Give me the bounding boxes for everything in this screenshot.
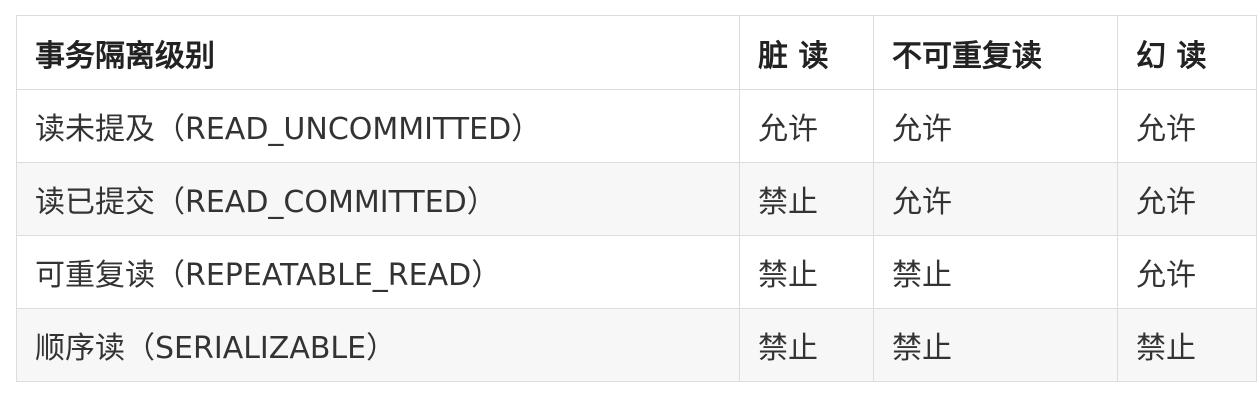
cell-dirty-read: 禁止	[739, 235, 874, 309]
cell-phantom-read: 允许	[1117, 89, 1257, 163]
header-row: 事务隔离级别 脏 读 不可重复读 幻 读	[16, 15, 1257, 90]
cell-isolation-level: 读已提交（READ_COMMITTED）	[16, 162, 740, 236]
cell-dirty-read: 禁止	[739, 162, 874, 236]
cell-non-repeatable-read: 允许	[873, 162, 1118, 236]
cell-dirty-read: 禁止	[739, 308, 874, 382]
cell-isolation-level: 读未提及（READ_UNCOMMITTED）	[16, 89, 740, 163]
header-isolation-level: 事务隔离级别	[16, 15, 740, 90]
cell-phantom-read: 允许	[1117, 235, 1257, 309]
isolation-level-table: 事务隔离级别 脏 读 不可重复读 幻 读 读未提及（READ_UNCOMMITT…	[16, 15, 1257, 382]
isolation-level-table-container: 事务隔离级别 脏 读 不可重复读 幻 读 读未提及（READ_UNCOMMITT…	[16, 15, 1257, 382]
table-row: 顺序读（SERIALIZABLE） 禁止 禁止 禁止	[16, 308, 1257, 382]
cell-isolation-level: 可重复读（REPEATABLE_READ）	[16, 235, 740, 309]
cell-isolation-level: 顺序读（SERIALIZABLE）	[16, 308, 740, 382]
cell-dirty-read: 允许	[739, 89, 874, 163]
header-non-repeatable-read: 不可重复读	[873, 15, 1118, 90]
cell-non-repeatable-read: 禁止	[873, 235, 1118, 309]
table-body: 读未提及（READ_UNCOMMITTED） 允许 允许 允许 读已提交（REA…	[16, 89, 1257, 382]
header-phantom-read: 幻 读	[1117, 15, 1257, 90]
header-dirty-read: 脏 读	[739, 15, 874, 90]
cell-phantom-read: 允许	[1117, 162, 1257, 236]
table-header: 事务隔离级别 脏 读 不可重复读 幻 读	[16, 15, 1257, 90]
cell-phantom-read: 禁止	[1117, 308, 1257, 382]
cell-non-repeatable-read: 禁止	[873, 308, 1118, 382]
table-row: 读未提及（READ_UNCOMMITTED） 允许 允许 允许	[16, 89, 1257, 163]
cell-non-repeatable-read: 允许	[873, 89, 1118, 163]
table-row: 读已提交（READ_COMMITTED） 禁止 允许 允许	[16, 162, 1257, 236]
table-row: 可重复读（REPEATABLE_READ） 禁止 禁止 允许	[16, 235, 1257, 309]
